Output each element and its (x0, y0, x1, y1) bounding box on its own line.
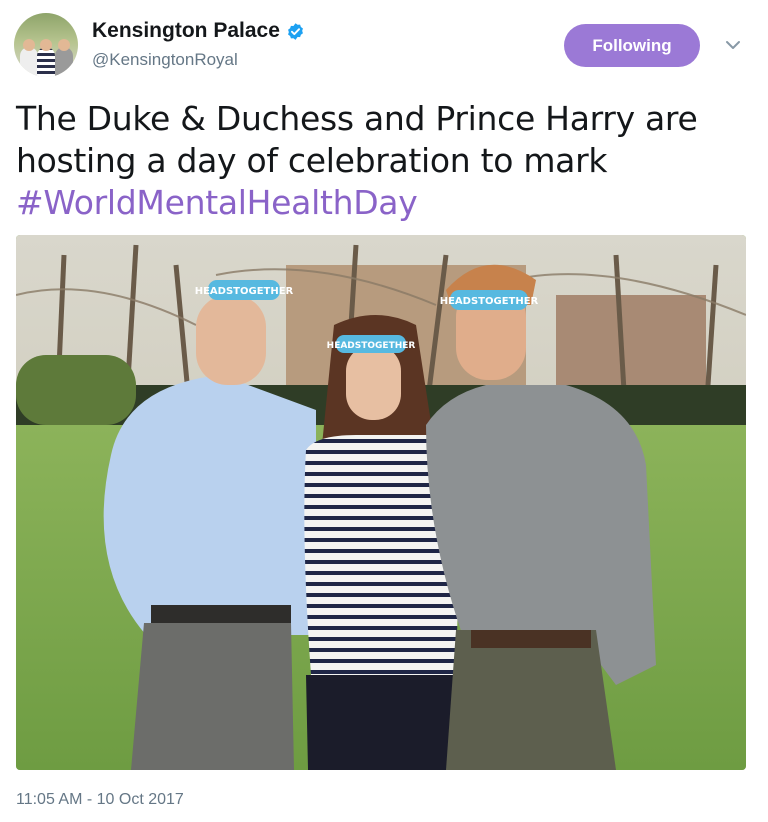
tweet-text-line: The Duke & Duchess and Prince Harry are (16, 99, 698, 138)
tweet-photo[interactable]: HEADSTOGETHER HEADSTOGETHER HEADSTOGETHE… (16, 235, 746, 770)
hashtag-link[interactable]: #WorldMentalHealthDay (16, 183, 418, 222)
tweet-timestamp[interactable]: 11:05 AM - 10 Oct 2017 (16, 791, 184, 809)
tweet-text: The Duke & Duchess and Prince Harry are … (16, 98, 746, 224)
account-info: Kensington Palace @KensingtonRoyal (92, 18, 305, 72)
avatar-figure (37, 47, 55, 77)
avatar-figure-head (40, 39, 52, 51)
headband-text: HEADSTOGETHER (195, 286, 294, 297)
following-button[interactable]: Following (564, 24, 700, 67)
tweet-text-line: hosting a day of celebration to mark (16, 141, 608, 180)
avatar-figure (55, 47, 73, 77)
photo-image: HEADSTOGETHER HEADSTOGETHER HEADSTOGETHE… (16, 235, 746, 770)
avatar[interactable] (14, 13, 78, 77)
chevron-down-icon[interactable] (724, 38, 742, 52)
avatar-figure-head (23, 39, 35, 51)
display-name-row[interactable]: Kensington Palace (92, 18, 305, 44)
headband-text: HEADSTOGETHER (440, 296, 539, 307)
display-name[interactable]: Kensington Palace (92, 18, 280, 44)
avatar-figure-head (58, 39, 70, 51)
headband-text: HEADSTOGETHER (327, 341, 416, 351)
account-handle[interactable]: @KensingtonRoyal (92, 48, 305, 72)
avatar-figure (20, 47, 38, 77)
verified-badge-icon (287, 22, 303, 40)
